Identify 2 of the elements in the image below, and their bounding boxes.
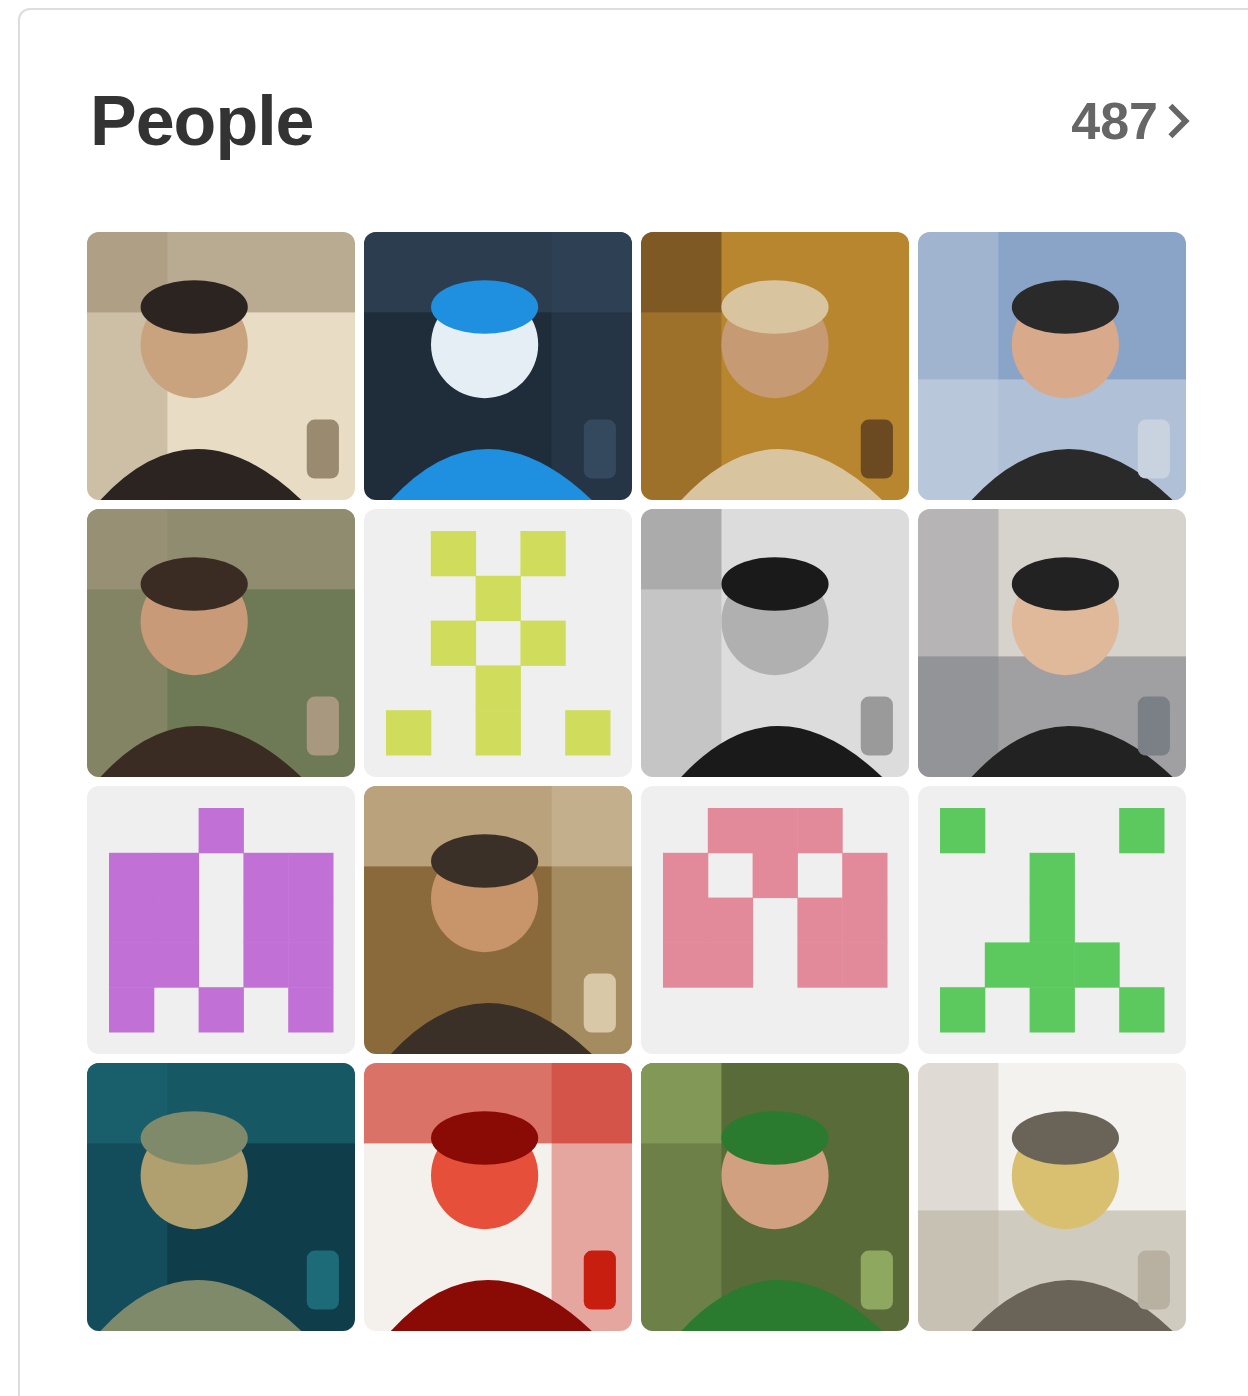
people-count-link[interactable]: 487 [1071, 95, 1190, 147]
chevron-right-icon [1166, 102, 1190, 140]
